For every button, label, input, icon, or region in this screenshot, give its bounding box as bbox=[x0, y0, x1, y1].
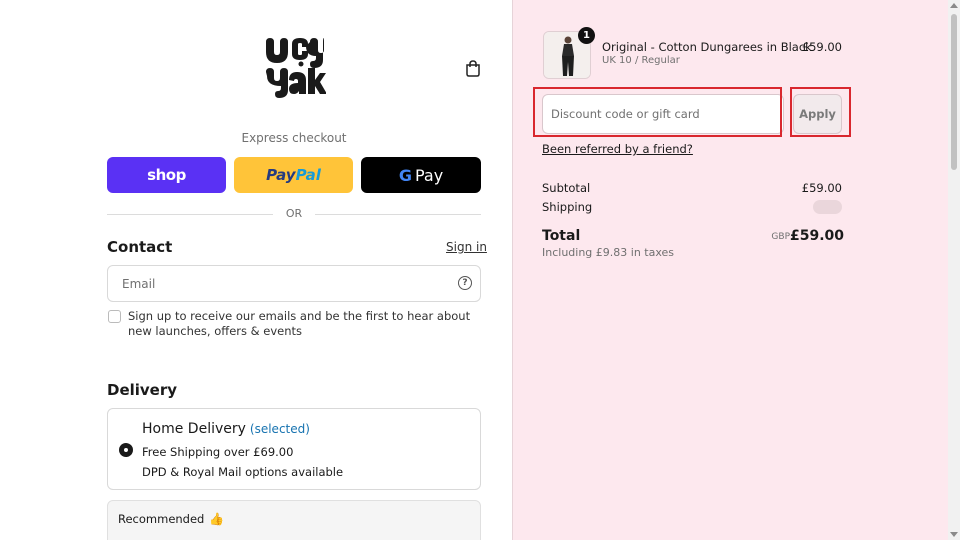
google-pay-button[interactable]: G Pay bbox=[361, 157, 481, 193]
total-value: £59.00 bbox=[790, 228, 845, 244]
scroll-up-icon[interactable] bbox=[950, 3, 958, 8]
discount-code-field[interactable] bbox=[542, 94, 784, 134]
tax-note: Including £9.83 in taxes bbox=[542, 246, 675, 259]
product-price: £59.00 bbox=[801, 40, 842, 54]
checkout-form-panel: Express checkout shop Pay Pal G Pay OR Co… bbox=[0, 0, 512, 540]
shop-pay-label: shop bbox=[147, 166, 186, 184]
delivery-selected-state: (selected) bbox=[249, 422, 310, 436]
delivery-title: Delivery bbox=[107, 381, 178, 399]
google-pay-label: Pay bbox=[414, 165, 444, 185]
discount-code-input[interactable] bbox=[543, 95, 781, 133]
subtotal-label: Subtotal bbox=[542, 181, 591, 195]
email-input[interactable] bbox=[108, 266, 438, 301]
currency-code: GBP bbox=[771, 232, 790, 242]
delivery-option-home[interactable]: Home Delivery (selected) Free Shipping ov… bbox=[107, 408, 481, 490]
thumbs-up-icon: 👍 bbox=[209, 512, 225, 526]
delivery-option-name: Home Delivery (selected) bbox=[142, 421, 310, 437]
newsletter-checkbox[interactable] bbox=[108, 310, 121, 323]
product-variant: UK 10 / Regular bbox=[602, 55, 680, 66]
express-checkout-label: Express checkout bbox=[241, 131, 347, 145]
shipping-value-placeholder bbox=[813, 200, 842, 214]
paypal-label-part2: Pal bbox=[295, 166, 321, 184]
contact-title: Contact bbox=[107, 238, 173, 256]
shopping-bag-icon[interactable] bbox=[464, 59, 482, 77]
product-name: Original - Cotton Dungarees in Black bbox=[602, 40, 812, 54]
subtotal-value: £59.00 bbox=[801, 181, 842, 195]
delivery-carriers-note: DPD & Royal Mail options available bbox=[142, 465, 344, 479]
brand-logo[interactable] bbox=[262, 36, 326, 98]
delivery-free-shipping-note: Free Shipping over £69.00 bbox=[142, 445, 294, 459]
page-scrollbar[interactable] bbox=[948, 0, 960, 540]
recommended-section: Recommended 👍 bbox=[107, 500, 481, 540]
google-g-icon: G bbox=[398, 165, 412, 185]
paypal-button[interactable]: Pay Pal bbox=[234, 157, 353, 193]
delivery-option-label: Home Delivery bbox=[142, 421, 246, 437]
total-label: Total bbox=[542, 228, 581, 244]
or-divider: OR bbox=[107, 207, 481, 221]
recommended-heading: Recommended 👍 bbox=[118, 512, 224, 526]
newsletter-label: Sign up to receive our emails and be the… bbox=[128, 309, 471, 338]
shipping-label: Shipping bbox=[542, 200, 593, 214]
scrollbar-thumb[interactable] bbox=[951, 14, 957, 170]
referred-by-friend-link[interactable]: Been referred by a friend? bbox=[542, 142, 693, 156]
scroll-down-icon[interactable] bbox=[950, 532, 958, 537]
email-field[interactable]: ? bbox=[107, 265, 481, 302]
order-summary-panel bbox=[512, 0, 948, 540]
delivery-radio-selected[interactable] bbox=[119, 443, 133, 457]
recommended-label: Recommended bbox=[118, 512, 205, 526]
apply-discount-button[interactable]: Apply bbox=[793, 94, 842, 134]
quantity-badge: 1 bbox=[578, 27, 595, 44]
paypal-label-part1: Pay bbox=[266, 166, 296, 184]
shop-pay-button[interactable]: shop bbox=[107, 157, 226, 193]
sign-in-link[interactable]: Sign in bbox=[446, 240, 487, 254]
question-circle-icon[interactable]: ? bbox=[458, 276, 472, 290]
